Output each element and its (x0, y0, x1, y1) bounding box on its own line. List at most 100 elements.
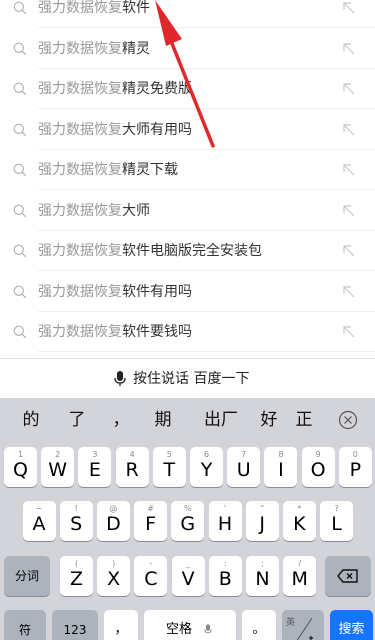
key-p[interactable]: 0P (338, 447, 372, 487)
suggestion-item[interactable]: 强力数据恢复精灵下载 (0, 150, 375, 190)
key-x[interactable]: ) X (97, 556, 131, 596)
suggestion-item[interactable]: 强力数据恢复大师 (0, 191, 375, 231)
key-label: I (278, 459, 284, 481)
candidate-word[interactable]: ， (104, 398, 138, 443)
key-label: F (145, 513, 157, 535)
candidate-word[interactable]: 期 (146, 398, 180, 443)
period-key[interactable]: 。 (242, 610, 276, 640)
key-label: V (181, 568, 195, 590)
key-l[interactable]: ? L (320, 501, 354, 541)
key-hint: _ (186, 559, 191, 568)
key-h[interactable]: ' H (208, 501, 242, 541)
key-q[interactable]: 1Q (4, 447, 37, 487)
fill-arrow-icon[interactable] (341, 41, 357, 57)
key-j[interactable]: " J (245, 501, 279, 541)
comma-key[interactable]: ， (104, 610, 138, 640)
split-key[interactable]: 分词 (4, 556, 50, 596)
voice-search-label: 按住说话 百度一下 (133, 371, 250, 387)
key-label: D (106, 513, 121, 535)
search-icon (13, 244, 27, 258)
search-icon (13, 325, 27, 339)
key-s[interactable]: ! S (59, 501, 93, 541)
key-w[interactable]: 2W (41, 447, 75, 487)
symbol-key[interactable]: 符 (4, 610, 46, 640)
key-label: J (259, 513, 265, 535)
fill-arrow-icon[interactable] (341, 81, 357, 97)
key-label: R (125, 459, 139, 481)
number-key[interactable]: 123 (52, 610, 98, 640)
fill-arrow-icon[interactable] (341, 324, 357, 340)
key-k[interactable]: * K (282, 501, 316, 541)
split-key-label: 分词 (14, 569, 39, 583)
key-u[interactable]: 7U (227, 447, 261, 487)
key-r[interactable]: 4R (115, 447, 149, 487)
key-v[interactable]: _ V (171, 556, 205, 596)
suggestion-query: 强力数据恢复 (38, 283, 122, 300)
suggestion-completion: 精灵 (122, 40, 150, 57)
key-m[interactable]: / M (283, 556, 317, 596)
key-hint: " (260, 504, 265, 513)
suggestion-query: 强力数据恢复 (38, 162, 122, 178)
fill-arrow-icon[interactable] (341, 162, 357, 178)
candidate-word[interactable]: 的 (14, 398, 48, 443)
key-e[interactable]: 3E (78, 447, 112, 487)
candidate-word[interactable]: 了 (60, 398, 94, 443)
space-key-label: 空格 (166, 622, 193, 637)
delete-key[interactable] (325, 556, 371, 596)
key-label: M (291, 568, 308, 590)
key-g[interactable]: % G (171, 501, 205, 541)
suggestion-item[interactable]: 强力数据恢复软件电脑版完全安装包 (0, 231, 375, 271)
fill-arrow-icon[interactable] (341, 0, 357, 16)
key-t[interactable]: 5T (152, 447, 186, 487)
key-c[interactable]: -C (134, 556, 168, 596)
suggestion-text: 强力数据恢复软件有用吗 (38, 272, 192, 312)
close-circle-icon[interactable] (337, 409, 359, 431)
key-b[interactable]: :B (208, 556, 242, 596)
suggestion-completion: 软件 (122, 0, 150, 16)
key-d[interactable]: @ D (96, 501, 130, 541)
key-hint: 3 (92, 450, 98, 459)
key-o[interactable]: 9O (301, 447, 335, 487)
key-label: T (163, 459, 176, 481)
suggestion-item[interactable]: 强力数据恢复软件要钱吗 (0, 312, 375, 352)
voice-search-bar[interactable]: 按住说话 百度一下 (0, 358, 375, 398)
fill-arrow-icon[interactable] (341, 284, 357, 300)
key-f[interactable]: # F (134, 501, 168, 541)
space-key[interactable]: 空格 (144, 610, 236, 640)
key-label: U (236, 459, 251, 481)
key-hint: % (183, 504, 192, 513)
suggestion-text: 强力数据恢复软件电脑版完全安装包 (38, 231, 262, 271)
key-hint: 7 (241, 450, 247, 459)
key-z[interactable]: (Z (60, 556, 93, 596)
key-hint: 8 (278, 450, 284, 459)
suggestion-completion: 软件要钱吗 (122, 324, 192, 340)
suggestion-item[interactable]: 强力数据恢复精灵 (0, 29, 375, 69)
key-label: Q (13, 459, 28, 481)
key-n[interactable]: ; N (246, 556, 279, 596)
suggestion-query: 强力数据恢复 (38, 121, 122, 138)
suggestion-item[interactable]: 强力数据恢复大师有用吗 (0, 110, 375, 150)
fill-arrow-icon[interactable] (341, 203, 357, 219)
key-i[interactable]: 8I (264, 447, 298, 487)
fill-arrow-icon[interactable] (341, 122, 357, 138)
key-a[interactable]: ~ A (22, 501, 56, 541)
suggestion-query: 强力数据恢复 (38, 81, 122, 97)
suggestion-item[interactable]: 强力数据恢复软件有用吗 (0, 272, 375, 312)
key-hint: ~ (35, 504, 43, 513)
key-label: S (70, 513, 83, 535)
candidate-word[interactable]: 好 (252, 398, 286, 443)
fill-arrow-icon[interactable] (341, 243, 357, 259)
suggestion-query: 强力数据恢复 (38, 0, 122, 16)
key-y[interactable]: 6Y (190, 447, 223, 487)
suggestion-completion: 大师有用吗 (122, 121, 192, 138)
suggestion-item[interactable]: 强力数据恢复精灵免费版 (0, 69, 375, 109)
suggestion-text: 强力数据恢复软件 (38, 0, 150, 28)
candidate-word[interactable]: 出厂 (198, 398, 244, 443)
candidate-word[interactable]: 正 (287, 398, 321, 443)
suggestion-item[interactable]: 强力数据恢复软件 (0, 0, 375, 28)
search-key[interactable]: 搜索 (330, 610, 373, 640)
key-label: N (255, 568, 270, 590)
period-key-label: 。 (252, 622, 266, 637)
language-key[interactable]: 英 (282, 610, 324, 640)
key-label: B (218, 568, 232, 590)
